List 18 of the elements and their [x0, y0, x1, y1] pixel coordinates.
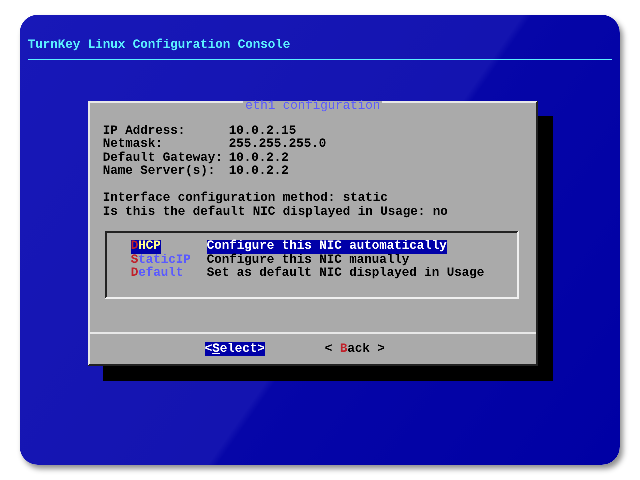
field-label: IP Address:: [103, 124, 187, 138]
dialog-title: eth1 configuration: [243, 100, 383, 110]
field-value: 10.0.2.2: [229, 165, 290, 178]
menu-item-description[interactable]: Configure this NIC automatically: [207, 240, 448, 254]
menu-item-description[interactable]: Set as default NIC displayed in Usage: [207, 267, 485, 280]
field-label: Default Gateway:: [103, 152, 224, 164]
info-text: Is this the default NIC displayed in Usage: no: [103, 206, 448, 219]
info-text: Interface configuration method: static: [103, 192, 388, 206]
field-value: 10.0.2.15: [229, 124, 298, 138]
console-title: TurnKey Linux Configuration Console: [28, 39, 291, 52]
field-value: 10.0.2.2: [229, 152, 290, 165]
menu-item-description[interactable]: Configure this NIC manually: [207, 254, 410, 267]
field-label: Netmask:: [103, 138, 164, 152]
dialog-button[interactable]: < Back >: [325, 342, 386, 356]
dialog-button[interactable]: <Select>: [205, 342, 266, 356]
field-label: Name Server(s):: [103, 165, 216, 178]
menu-item-tag[interactable]: DHCP: [131, 240, 162, 254]
field-value: 255.255.255.0: [229, 138, 327, 152]
